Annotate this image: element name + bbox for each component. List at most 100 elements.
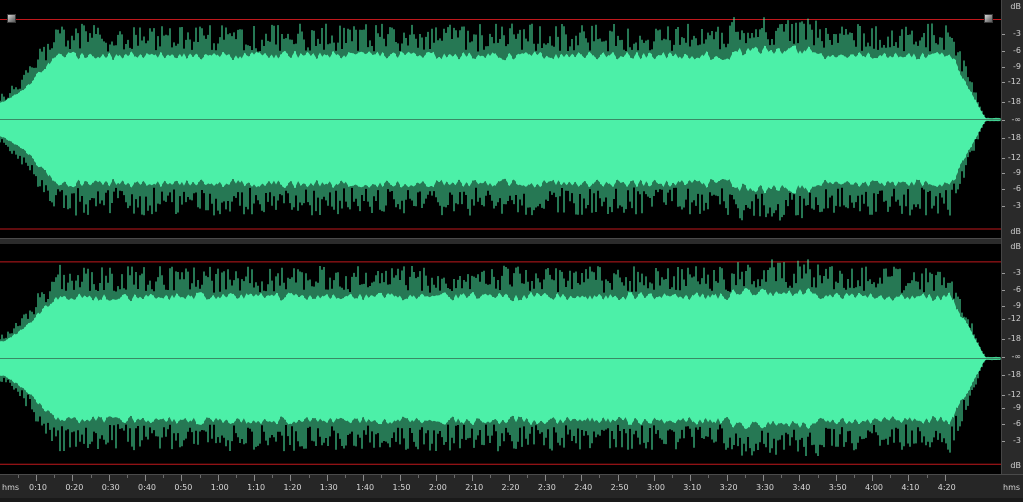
db-label: -12 (1007, 153, 1021, 163)
time-tick (544, 475, 546, 481)
waveform-right[interactable] (0, 244, 1001, 473)
db-label: -12 (1007, 314, 1021, 324)
time-tick (472, 475, 474, 481)
waveform-peaks (0, 17, 1001, 221)
waveform-left[interactable] (0, 1, 1001, 238)
db-label: -9 (1013, 62, 1021, 72)
db-tick (1002, 305, 1005, 307)
time-label: 0:10 (29, 483, 47, 492)
db-tick (1002, 120, 1005, 121)
time-tick (254, 475, 256, 481)
db-label: -3 (1013, 435, 1021, 445)
time-label: 2:50 (610, 483, 629, 492)
time-label: 2:30 (537, 483, 556, 492)
time-label: 2:10 (465, 483, 484, 492)
time-label: 1:00 (210, 483, 229, 492)
db-tick (1002, 206, 1005, 208)
time-tick (781, 475, 783, 478)
db-label: -18 (1007, 334, 1021, 344)
time-tick (617, 475, 619, 481)
time-tick (763, 475, 764, 481)
time-tick (435, 475, 437, 481)
db-tick (1002, 440, 1005, 442)
time-label: 3:10 (683, 483, 702, 492)
time-tick (217, 475, 219, 481)
channel-left-waveform[interactable] (0, 1, 1001, 238)
time-label: 3:40 (792, 483, 811, 492)
time-label: 4:00 (865, 483, 884, 492)
time-tick (944, 475, 946, 481)
db-tick (1002, 319, 1005, 321)
db-tick (1002, 374, 1005, 376)
time-tick (381, 475, 383, 478)
channel-right-waveform[interactable] (0, 244, 1001, 473)
time-tick (199, 475, 201, 478)
time-tick (417, 475, 419, 478)
time-tick (744, 475, 746, 478)
db-unit-label-bottom: dB (1010, 461, 1021, 470)
time-ruler[interactable]: hms hms 0:10 0:20 0:30 0:40 0:50 1:00 1:10 1:20… (0, 474, 1023, 502)
db-label: -∞ (1011, 352, 1021, 361)
gain-handle-left-icon[interactable] (7, 14, 16, 23)
time-tick (672, 475, 674, 478)
db-label: -6 (1013, 46, 1021, 56)
time-tick (290, 475, 292, 481)
db-label: -12 (1007, 389, 1021, 399)
time-tick (635, 475, 637, 478)
db-ruler-left: dB -3 -6 -9 -12 -18 -∞ -18 -12 -9 -6 -3 dB (1001, 0, 1023, 240)
time-label: 3:00 (646, 483, 665, 492)
time-tick (326, 475, 328, 481)
time-tick (54, 475, 56, 478)
db-label: -6 (1013, 419, 1021, 429)
time-label: 1:30 (319, 483, 338, 492)
horizontal-scrollbar[interactable] (0, 498, 1023, 502)
time-tick (726, 475, 728, 481)
time-label: 0:40 (138, 483, 157, 492)
time-tick (835, 475, 837, 481)
gain-handle-right-icon[interactable] (984, 14, 993, 23)
time-tick (72, 475, 74, 481)
time-tick (272, 475, 274, 478)
db-tick (1002, 172, 1005, 174)
time-tick (454, 475, 456, 478)
db-label: -3 (1013, 28, 1021, 38)
db-tick (1002, 273, 1005, 275)
time-tick (853, 475, 855, 478)
time-label: 3:20 (719, 483, 738, 492)
time-tick (90, 475, 92, 478)
time-tick (490, 475, 492, 478)
time-tick (690, 475, 692, 481)
db-tick (1002, 51, 1005, 53)
time-label: 4:10 (901, 483, 920, 492)
time-tick (526, 475, 528, 478)
waveform-editor[interactable]: dB -3 -6 -9 -12 -18 -∞ -18 -12 -9 -6 -3 dB dB -3 -6 -9 -… (0, 0, 1023, 502)
time-tick (145, 475, 147, 481)
db-tick (1002, 67, 1005, 69)
db-tick (1002, 289, 1005, 291)
db-tick (1002, 357, 1005, 358)
db-tick (1002, 33, 1005, 35)
time-tick (599, 475, 601, 478)
time-tick (908, 475, 910, 481)
db-label: -9 (1013, 167, 1021, 177)
time-tick (181, 475, 183, 481)
db-label: -3 (1013, 268, 1021, 278)
time-tick (926, 475, 928, 478)
db-tick (1002, 394, 1005, 396)
time-tick (36, 475, 37, 481)
time-label: 1:10 (247, 483, 266, 492)
db-unit-label-bottom: dB (1010, 227, 1021, 236)
time-label: 3:50 (828, 483, 847, 492)
time-unit-label-start: hms (2, 483, 20, 492)
time-tick (799, 475, 801, 481)
time-tick (344, 475, 346, 478)
time-label: 3:30 (756, 483, 774, 492)
db-label: -18 (1007, 133, 1021, 143)
time-label: 4:20 (937, 483, 956, 492)
time-unit-label-end: hms (1003, 483, 1021, 492)
time-label: 1:40 (356, 483, 375, 492)
time-label: 0:50 (174, 483, 193, 492)
time-tick (581, 475, 583, 481)
time-label: 1:50 (392, 483, 411, 492)
db-unit-label-top: dB (1010, 2, 1021, 11)
